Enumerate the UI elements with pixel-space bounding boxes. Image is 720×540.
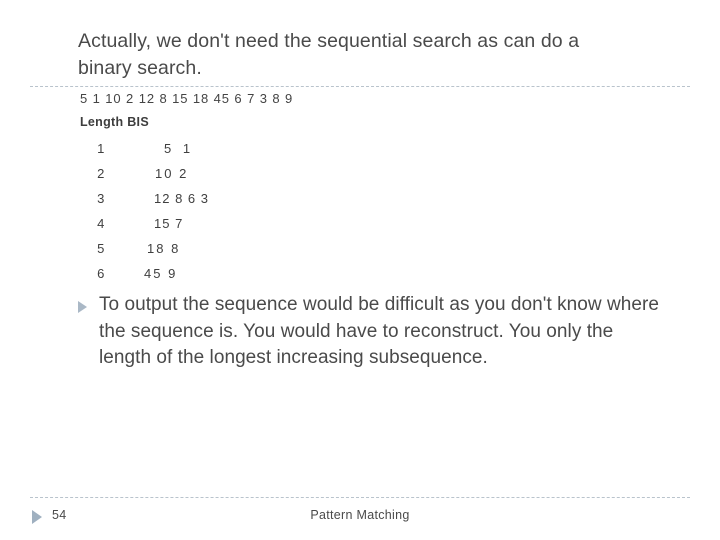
slide-footer: 54 Pattern Matching: [0, 503, 720, 533]
divider-top: [30, 86, 690, 87]
cell-length: 3: [97, 191, 105, 206]
cell-bis-values: 5 1: [164, 141, 195, 156]
title-line-2: binary search.: [78, 57, 202, 79]
cell-bis-values: 10 2: [155, 166, 189, 181]
cell-length: 4: [97, 216, 105, 231]
slide-title: Actually, we don't need the sequential s…: [78, 28, 658, 82]
cell-length: 6: [97, 266, 105, 281]
cell-bis-values: 18 8: [147, 241, 181, 256]
slide: Actually, we don't need the sequential s…: [0, 0, 720, 540]
footer-label: Pattern Matching: [310, 508, 410, 522]
cell-bis-values: 15 7: [154, 216, 184, 231]
input-sequence: 5 1 10 2 12 8 15 18 45 6 7 3 8 9: [80, 91, 294, 106]
bullet-text: To output the sequence would be difficul…: [99, 294, 660, 368]
triangle-shape: [78, 301, 87, 313]
bis-table: 1 5 1 2 10 2 3 12 8 6 3 4 15 7 5 18 8 6 …: [80, 136, 209, 286]
title-line-1: Actually, we don't need the sequential s…: [78, 30, 580, 52]
table-row: 1 5 1: [80, 136, 209, 161]
cell-bis-values: 12 8 6 3: [154, 191, 209, 206]
table-row: 2 10 2: [80, 161, 209, 186]
table-row: 5 18 8: [80, 236, 209, 261]
table-row: 4 15 7: [80, 211, 209, 236]
bullet-item: To output the sequence would be difficul…: [78, 292, 668, 372]
table-row: 3 12 8 6 3: [80, 186, 209, 211]
cell-bis-values: 45 9: [144, 266, 178, 281]
table-row: 6 45 9: [80, 261, 209, 286]
cell-length: 1: [97, 141, 105, 156]
table-header-label: Length BIS: [80, 115, 149, 129]
cell-length: 5: [97, 241, 105, 256]
cell-length: 2: [97, 166, 105, 181]
triangle-bullet-icon: [78, 301, 89, 313]
divider-bottom: [30, 497, 690, 498]
